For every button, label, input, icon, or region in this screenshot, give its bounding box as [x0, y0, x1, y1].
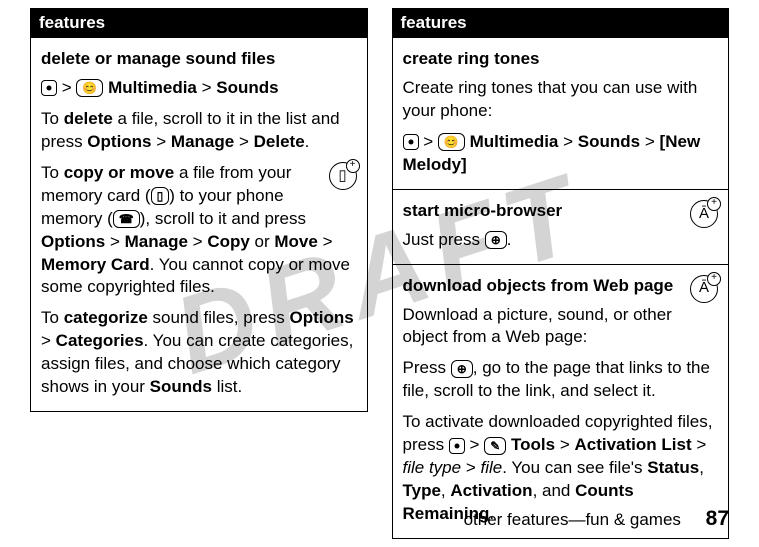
file-type-italic: file type — [403, 458, 462, 477]
gt: > — [560, 435, 570, 454]
memory-card-label: Memory Card — [41, 255, 150, 274]
center-key-icon — [449, 438, 465, 454]
categorize-bold: categorize — [64, 308, 148, 327]
text: To — [41, 109, 64, 128]
gt: > — [239, 132, 249, 151]
card-icon: ▯ — [151, 187, 170, 205]
download-steps: Press ⊕, go to the page that links to th… — [403, 357, 719, 403]
text: Press — [403, 358, 451, 377]
comma: , — [699, 458, 704, 477]
gt: > — [110, 232, 120, 251]
ringtone-desc: Create ring tones that you can use with … — [403, 77, 719, 123]
comma: , — [441, 481, 450, 500]
sounds-label: Sounds — [216, 78, 278, 97]
multimedia-app-icon: 😊 — [76, 79, 103, 97]
operator-round-icon: Ā — [690, 200, 718, 228]
options-label: Options — [290, 308, 354, 327]
text: sound files, press — [148, 308, 290, 327]
left-features-header: features — [30, 8, 368, 38]
gt: > — [563, 132, 573, 151]
period: . — [305, 132, 310, 151]
phone-icon: ☎ — [113, 210, 140, 228]
text: To — [41, 163, 64, 182]
cell-title: download objects from Web page — [403, 275, 719, 298]
gt: > — [62, 78, 72, 97]
page-footer: other features—fun & games 87 — [464, 507, 729, 531]
gt: > — [202, 78, 212, 97]
browser-instruction: Just press ⊕. — [403, 229, 719, 252]
delete-bold: delete — [64, 109, 113, 128]
gt: > — [470, 435, 480, 454]
categories-label: Categories — [56, 331, 144, 350]
cell-title: create ring tones — [403, 48, 719, 71]
left-column: features delete or manage sound files > … — [30, 8, 368, 539]
text: . You can see file's — [502, 458, 647, 477]
text: Just press — [403, 230, 485, 249]
manage-label: Manage — [171, 132, 234, 151]
download-desc: Download a picture, sound, or other obje… — [403, 304, 719, 350]
right-features-header: features — [392, 8, 730, 38]
globe-key-icon: ⊕ — [451, 360, 473, 378]
gt: > — [193, 232, 203, 251]
text: To — [41, 308, 64, 327]
delete-label: Delete — [254, 132, 305, 151]
and-text: , and — [533, 481, 576, 500]
center-key-icon — [403, 134, 419, 150]
two-column-layout: features delete or manage sound files > … — [0, 0, 759, 539]
center-key-icon — [41, 80, 57, 96]
tools-app-icon: ✎ — [484, 437, 506, 455]
delete-paragraph: To delete a file, scroll to it in the li… — [41, 108, 357, 154]
cell-title: start micro-browser — [403, 200, 719, 223]
copy-move-paragraph: ▯ To copy or move a file from your memor… — [41, 162, 357, 300]
text: list. — [212, 377, 242, 396]
gt: > — [423, 132, 433, 151]
categorize-paragraph: To categorize sound files, press Options… — [41, 307, 357, 399]
tools-label: Tools — [511, 435, 555, 454]
multimedia-label: Multimedia — [470, 132, 559, 151]
footer-section-text: other features—fun & games — [464, 510, 681, 529]
download-objects-cell: Ā download objects from Web page Downloa… — [392, 265, 730, 539]
gt: > — [466, 458, 476, 477]
options-label: Options — [41, 232, 105, 251]
status-label: Status — [647, 458, 699, 477]
file-italic: file — [481, 458, 503, 477]
cell-title: delete or manage sound files — [41, 48, 357, 71]
copy-move-bold: copy or move — [64, 163, 175, 182]
options-label: Options — [87, 132, 151, 151]
type-label: Type — [403, 481, 441, 500]
gt: > — [156, 132, 166, 151]
page-number: 87 — [706, 507, 729, 530]
or-text: or — [250, 232, 275, 251]
multimedia-app-icon: 😊 — [438, 133, 465, 151]
right-column: features create ring tones Create ring t… — [392, 8, 730, 539]
gt: > — [323, 232, 333, 251]
create-ring-tones-cell: create ring tones Create ring tones that… — [392, 38, 730, 190]
start-micro-browser-cell: Ā start micro-browser Just press ⊕. — [392, 190, 730, 265]
gt: > — [696, 435, 706, 454]
nav-path: > 😊 Multimedia > Sounds > [New Melody] — [403, 131, 719, 177]
sounds-label: Sounds — [150, 377, 212, 396]
memory-card-round-icon: ▯ — [329, 162, 357, 190]
gt: > — [645, 132, 655, 151]
text: ), scroll to it and press — [140, 209, 306, 228]
delete-manage-sound-files-cell: delete or manage sound files > 😊 Multime… — [30, 38, 368, 412]
period: . — [507, 230, 512, 249]
sounds-label: Sounds — [578, 132, 640, 151]
multimedia-label: Multimedia — [108, 78, 197, 97]
manage-label: Manage — [125, 232, 188, 251]
globe-key-icon: ⊕ — [485, 231, 507, 249]
copy-label: Copy — [207, 232, 250, 251]
operator-round-icon: Ā — [690, 275, 718, 303]
nav-path: > 😊 Multimedia > Sounds — [41, 77, 357, 100]
move-label: Move — [274, 232, 317, 251]
gt: > — [41, 331, 51, 350]
activation-label: Activation — [450, 481, 532, 500]
activation-list-label: Activation List — [574, 435, 691, 454]
